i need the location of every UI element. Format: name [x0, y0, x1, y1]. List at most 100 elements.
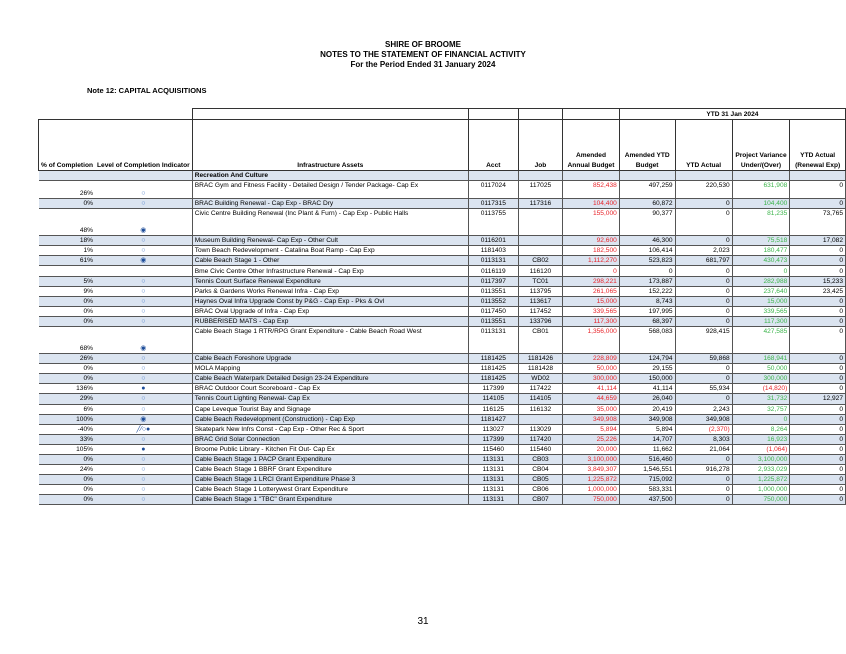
renewal-cell: 0	[789, 494, 846, 506]
job-cell: 113029	[517, 423, 563, 435]
indicator-cell: ○	[95, 353, 193, 365]
table-row: 9% ○ Parks & Gardens Works Renewal Infra -…	[38, 285, 846, 297]
ytd-actual-cell: 0	[674, 363, 733, 375]
ytd-budget-cell: 11,662	[618, 443, 676, 455]
ytd-budget-cell: 437,500	[618, 494, 676, 506]
variance-cell: 117,300	[731, 315, 790, 328]
table-row: 0% ○ Cable Beach Waterpark Detailed Design…	[38, 373, 846, 385]
acct-cell: 113131	[467, 494, 519, 506]
acct-cell: 0117397	[467, 275, 519, 287]
acct-cell: 0113131	[467, 255, 519, 267]
job-cell: CB02	[517, 255, 563, 267]
ytd-actual-cell: 0	[674, 285, 733, 297]
acct-cell: 117399	[467, 433, 519, 445]
ytd-budget-cell: 516,460	[618, 453, 676, 466]
asset-name: Cable Beach Stage 1 BBRF Grant Expenditu…	[191, 464, 469, 476]
asset-name: Broome Public Library - Kitchen Fit Out-…	[191, 443, 469, 455]
circle-outline-icon: ○	[141, 247, 146, 255]
col-pct: % of Completion	[38, 119, 96, 171]
ytd-actual-cell: 0	[674, 474, 733, 486]
indicator-cell: ○	[95, 403, 193, 415]
circle-outline-icon: ○	[141, 317, 146, 325]
amended-budget-cell: 339,565	[562, 305, 620, 317]
ytd-actual-cell: 928,415	[674, 326, 733, 355]
table-row: 0% ○ Cable Beach Stage 1 PACP Grant Expend…	[38, 453, 846, 466]
ytd-actual-cell: 0	[674, 198, 733, 210]
amended-budget-cell: 1,000,000	[562, 484, 620, 496]
acct-cell: 116125	[467, 403, 519, 415]
variance-cell: 81,235	[731, 208, 790, 237]
pct-cell: 0%	[38, 295, 96, 307]
table-row: 6% ○ Cape Leveque Tourist Bay and Signage 1…	[38, 403, 846, 415]
renewal-cell: 0	[789, 383, 846, 395]
acct-cell: 0117024	[467, 180, 519, 200]
renewal-cell: 0	[789, 315, 846, 328]
acct-cell: 113131	[467, 464, 519, 476]
asset-name: Cable Beach Stage 1 "TBC" Grant Expendit…	[191, 494, 469, 506]
pct-cell: 1%	[38, 245, 96, 257]
variance-cell: 237,640	[731, 285, 790, 297]
table-row: 0% ○ Cable Beach Stage 1 "TBC" Grant Expen…	[38, 494, 846, 506]
pct-cell: 33%	[38, 433, 96, 445]
col-acct: Acct	[467, 119, 519, 171]
job-cell	[517, 235, 563, 247]
acct-cell: 113131	[467, 474, 519, 486]
ytd-budget-cell: 106,414	[618, 245, 676, 257]
variance-cell: 15,000	[731, 295, 790, 307]
acct-cell: 0116201	[467, 235, 519, 247]
ytd-budget-cell: 715,092	[618, 474, 676, 486]
circle-dot-icon: ◉	[140, 345, 147, 353]
asset-name: Skatepark New Infrs Const - Cap Exp - Ot…	[191, 423, 469, 435]
amended-budget-cell: 117,300	[562, 315, 620, 328]
job-cell: CB06	[517, 484, 563, 496]
asset-name: Town Beach Redevelopment - Catalina Boat…	[191, 245, 469, 257]
pct-cell: 0%	[38, 315, 96, 328]
amended-budget-cell: 182,500	[562, 245, 620, 257]
job-cell: 1181428	[517, 363, 563, 375]
asset-name: Cable Beach Redevelopment (Construction)…	[191, 413, 469, 425]
amended-budget-cell: 155,000	[562, 208, 620, 237]
variance-cell: (14,820)	[731, 383, 790, 395]
amended-budget-cell: 300,000	[562, 373, 620, 385]
ytd-actual-cell: 0	[674, 494, 733, 506]
circle-outline-icon: ○	[141, 395, 146, 403]
circle-outline-icon: ○	[141, 375, 146, 383]
table-row: 33% ○ BRAC Grid Solar Connection 117399 1174…	[38, 433, 846, 445]
job-cell: 117422	[517, 383, 563, 395]
indicator-cell: ○	[95, 464, 193, 476]
renewal-cell: 0	[789, 484, 846, 496]
ytd-actual-cell: 220,530	[674, 180, 733, 200]
table-row: 26% ○ BRAC Gym and Fitness Facility - Deta…	[38, 180, 846, 200]
indicator-cell: ◉	[95, 255, 193, 267]
col-job: Job	[517, 119, 564, 171]
asset-name: Cable Beach Stage 1 PACP Grant Expenditu…	[191, 453, 469, 466]
acct-cell: 1181425	[467, 373, 519, 385]
indicator-cell: ○	[95, 453, 193, 466]
renewal-cell: 0	[789, 464, 846, 476]
pct-cell: 5%	[38, 275, 96, 287]
asset-name: Cape Leveque Tourist Bay and Signage	[191, 403, 469, 415]
table-row: 105% ● Broome Public Library - Kitchen Fit…	[38, 443, 846, 455]
indicator-cell: ○	[95, 373, 193, 385]
variance-cell: 2,933,029	[731, 464, 790, 476]
indicator-cell	[95, 265, 193, 277]
asset-name: BRAC Oval Upgrade of Infra - Cap Exp	[191, 305, 469, 317]
asset-name: Tennis Court Lighting Renewal- Cap Ex	[191, 393, 469, 405]
ytd-budget-cell: 568,083	[618, 326, 676, 355]
ytd-actual-cell: (2,370)	[674, 423, 733, 435]
acct-cell: 115460	[467, 443, 519, 455]
ytd-actual-cell: 0	[674, 208, 733, 237]
pct-cell: 0%	[38, 373, 96, 385]
col-indicator: Level of Completion Indicator	[95, 119, 193, 171]
circle-dot-icon: ◉	[140, 415, 147, 423]
amended-budget-cell: 15,000	[562, 295, 620, 307]
ytd-budget-cell: 0	[618, 265, 676, 277]
indicator-cell: ╱⁄○●	[95, 423, 193, 435]
table-row: 68% ◉ Cable Beach Stage 1 RTR/RPG Grant Ex…	[38, 326, 846, 355]
acct-cell: 0116119	[467, 265, 519, 277]
ytd-budget-cell: 124,794	[618, 353, 676, 365]
job-cell	[517, 413, 563, 425]
renewal-cell: 0	[789, 198, 846, 210]
asset-name: Civic Centre Building Renewal (Inc Plant…	[191, 208, 469, 237]
table-row: 0% ○ Cable Beach Stage 1 Lotterywest Grant…	[38, 484, 846, 496]
